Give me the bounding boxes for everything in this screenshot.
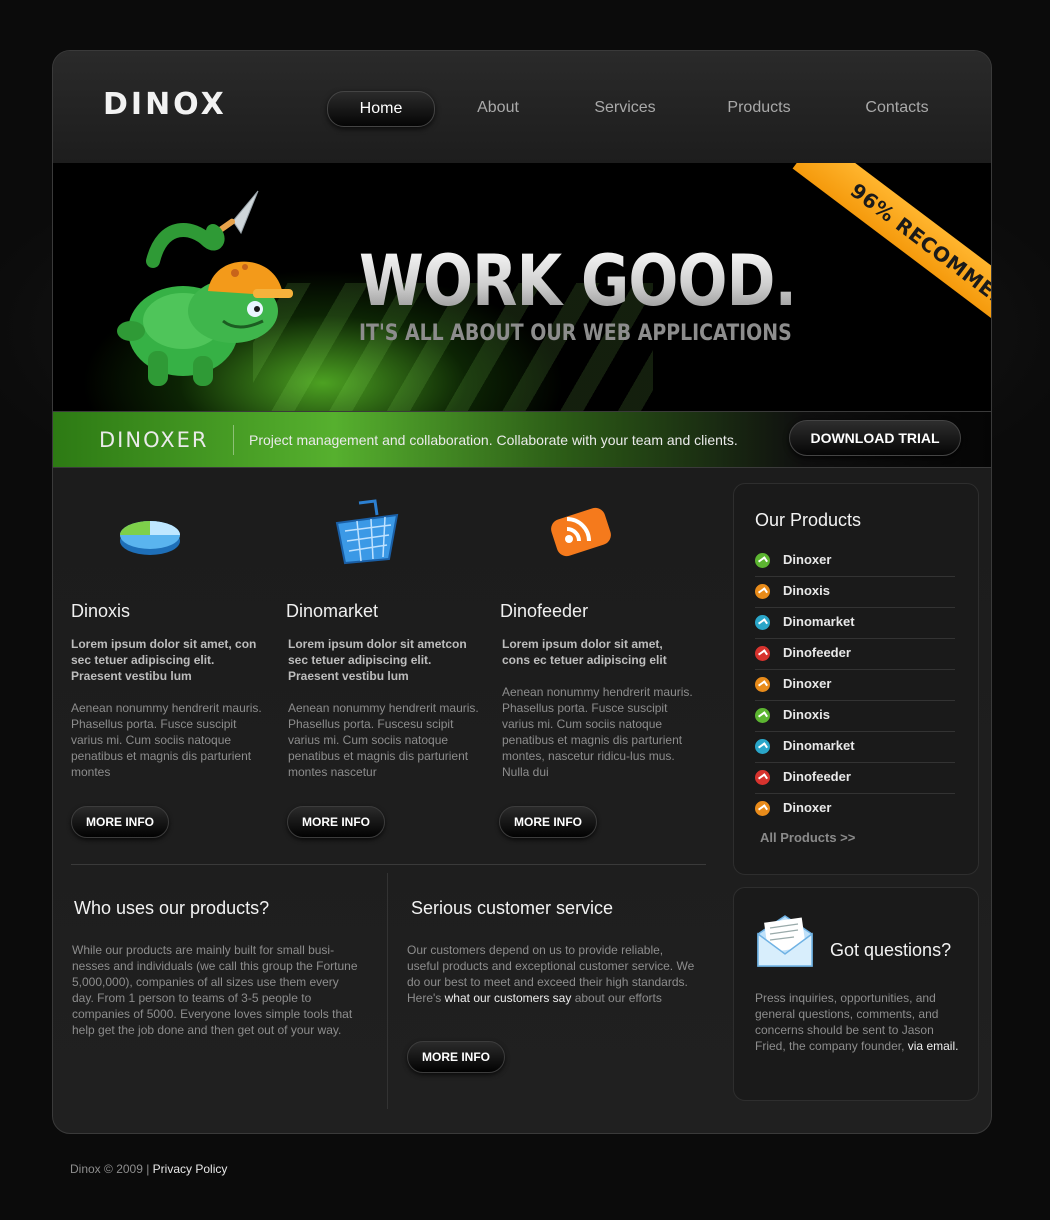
strip-logo: DINOXER bbox=[99, 428, 209, 452]
site-logo[interactable]: DINOX bbox=[103, 87, 227, 122]
product-list-item[interactable]: Dinoxer bbox=[755, 546, 955, 577]
column-title-dinofeeder: Dinofeeder bbox=[500, 601, 589, 621]
download-trial-button[interactable]: DOWNLOAD TRIAL bbox=[789, 420, 961, 456]
product-label: Dinomarket bbox=[783, 738, 855, 753]
envelope-icon bbox=[757, 915, 813, 967]
column-bold-text: Lorem ipsum dolor sit amet, con sec tetu… bbox=[71, 637, 257, 683]
banner-headline: WORK GOOD. bbox=[359, 240, 797, 322]
product-arrow-icon bbox=[755, 615, 770, 630]
page-frame: DINOX Home About Services Products Conta… bbox=[52, 50, 992, 1134]
product-label: Dinoxer bbox=[783, 800, 832, 815]
pie-chart-icon bbox=[120, 521, 180, 555]
product-list-item[interactable]: Dinofeeder bbox=[755, 763, 955, 794]
column-body-text: Aenean nonummy hendrerit mauris. Phasell… bbox=[71, 701, 262, 779]
product-label: Dinomarket bbox=[783, 614, 855, 629]
product-strip: DINOXER Project management and collabora… bbox=[53, 411, 991, 468]
product-label: Dinoxer bbox=[783, 676, 832, 691]
products-panel-title: Our Products bbox=[755, 510, 862, 530]
questions-text: Press inquiries, opportunities, and gene… bbox=[755, 991, 959, 1053]
who-uses-text: While our products are mainly built for … bbox=[72, 943, 358, 1037]
questions-panel: Got questions? Press inquiries, opportun… bbox=[733, 887, 979, 1101]
nav-home[interactable]: Home bbox=[327, 91, 435, 127]
strip-divider bbox=[233, 425, 234, 455]
column-bold-text: Lorem ipsum dolor sit ametcon sec tetuer… bbox=[288, 637, 467, 683]
nav-products[interactable]: Products bbox=[719, 91, 799, 125]
product-arrow-icon bbox=[755, 677, 770, 692]
column-title-dinomarket: Dinomarket bbox=[286, 601, 379, 621]
product-list-item[interactable]: Dinoxis bbox=[755, 577, 955, 608]
customer-service-title: Serious customer service bbox=[411, 898, 614, 918]
more-info-button[interactable]: MORE INFO bbox=[71, 806, 169, 838]
email-link[interactable]: via email. bbox=[908, 1039, 959, 1053]
customer-service-text: Our customers depend on us to provide re… bbox=[407, 943, 695, 1005]
column-body-text: Aenean nonummy hendrerit mauris. Phasell… bbox=[502, 685, 693, 779]
footer: Dinox © 2009 | Privacy Policy bbox=[70, 1162, 227, 1176]
got-questions-title: Got questions? bbox=[830, 940, 952, 960]
product-list-item[interactable]: Dinoxis bbox=[755, 701, 955, 732]
nav-contacts[interactable]: Contacts bbox=[857, 91, 937, 125]
product-list-item[interactable]: Dinofeeder bbox=[755, 639, 955, 670]
column-bold-text: Lorem ipsum dolor sit amet, cons ec tetu… bbox=[502, 637, 667, 667]
column-divider bbox=[387, 873, 388, 1109]
product-arrow-icon bbox=[755, 708, 770, 723]
all-products-link[interactable]: All Products >> bbox=[760, 830, 855, 845]
product-arrow-icon bbox=[755, 739, 770, 754]
product-arrow-icon bbox=[755, 646, 770, 661]
product-label: Dinoxis bbox=[783, 707, 830, 722]
product-label: Dinoxis bbox=[783, 583, 830, 598]
copyright-text: Dinox © 2009 | bbox=[70, 1162, 153, 1176]
product-list-item[interactable]: Dinoxer bbox=[755, 794, 955, 824]
product-list-item[interactable]: Dinoxer bbox=[755, 670, 955, 701]
recommended-ribbon: 96% RECOMMENDED bbox=[792, 163, 991, 386]
hero-banner: WORK GOOD. IT'S ALL ABOUT OUR WEB APPLIC… bbox=[53, 163, 991, 411]
privacy-policy-link[interactable]: Privacy Policy bbox=[153, 1162, 228, 1176]
products-list: Dinoxer Dinoxis Dinomarket Dinofeeder Dinoxe… bbox=[755, 546, 955, 824]
product-label: Dinoxer bbox=[783, 552, 832, 567]
product-arrow-icon bbox=[755, 553, 770, 568]
rss-feed-icon bbox=[551, 507, 611, 557]
product-arrow-icon bbox=[755, 770, 770, 785]
product-label: Dinofeeder bbox=[783, 769, 851, 784]
product-list-item[interactable]: Dinomarket bbox=[755, 608, 955, 639]
column-title-dinoxis: Dinoxis bbox=[71, 601, 131, 621]
shopping-basket-icon bbox=[335, 499, 399, 565]
products-panel: Our Products Dinoxer Dinoxis Dinomarket Din… bbox=[733, 483, 979, 875]
more-info-button[interactable]: MORE INFO bbox=[287, 806, 385, 838]
header: DINOX Home About Services Products Conta… bbox=[53, 51, 991, 164]
nav-about[interactable]: About bbox=[463, 91, 533, 125]
strip-description: Project management and collaboration. Co… bbox=[249, 432, 738, 448]
nav-services[interactable]: Services bbox=[585, 91, 665, 125]
product-arrow-icon bbox=[755, 584, 770, 599]
product-label: Dinofeeder bbox=[783, 645, 851, 660]
banner-subline: IT'S ALL ABOUT OUR WEB APPLICATIONS bbox=[359, 321, 792, 346]
section-divider bbox=[71, 864, 706, 865]
customers-say-link[interactable]: what our customers say bbox=[445, 991, 572, 1005]
dinosaur-mascot-icon bbox=[117, 190, 293, 386]
column-body-text: Aenean nonummy hendrerit mauris. Phasell… bbox=[288, 701, 479, 779]
more-info-button[interactable]: MORE INFO bbox=[499, 806, 597, 838]
product-arrow-icon bbox=[755, 801, 770, 816]
product-list-item[interactable]: Dinomarket bbox=[755, 732, 955, 763]
who-uses-title: Who uses our products? bbox=[74, 898, 270, 918]
service-more-info-button[interactable]: MORE INFO bbox=[407, 1041, 505, 1073]
